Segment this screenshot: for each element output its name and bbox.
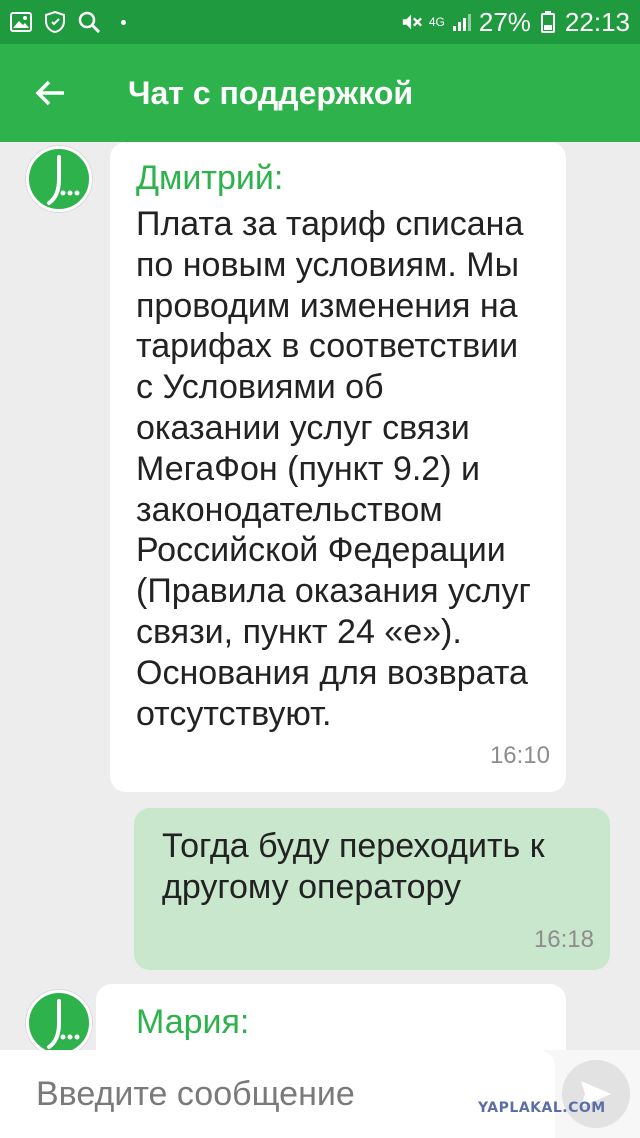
message-time: 16:18 [533,926,594,953]
message-input-container[interactable] [0,1050,555,1138]
message-bubble-incoming[interactable]: Мария: [96,984,566,1050]
sender-name: Дмитрий: [136,159,284,197]
megafon-logo-avatar [26,146,92,212]
sender-name: Мария: [136,1003,250,1041]
page-title: Чат с поддержкой [128,74,414,111]
battery-icon [537,11,559,33]
message-time: 16:10 [489,742,550,769]
watermark-text: YAPLAKAL.COM [478,1100,606,1116]
message-text: Плата за тариф списана по новым условиям… [136,205,531,733]
signal-icon [451,11,473,33]
back-button[interactable] [0,44,100,142]
message-bubble-outgoing[interactable]: Тогда буду переходить к другому оператор… [134,808,610,970]
app-bar: Чат с поддержкой [0,44,640,142]
message-input[interactable] [34,1073,555,1115]
search-icon [78,11,100,33]
mute-icon [401,11,423,33]
dot-icon [112,11,134,33]
message-composer [0,1050,640,1138]
message-bubble-incoming[interactable]: Дмитрий: Плата за тариф списана по новым… [110,142,566,792]
battery-percent: 27% [478,6,531,37]
image-icon [10,11,32,33]
message-text: Тогда буду переходить к другому оператор… [162,827,545,906]
chat-history[interactable]: Дмитрий: Плата за тариф списана по новым… [0,142,640,1050]
megafon-logo-avatar [26,990,92,1050]
network-4g-icon: 4G [428,15,445,29]
shield-icon [44,11,66,33]
send-button[interactable] [562,1060,630,1128]
arrow-left-icon [35,80,64,106]
clock: 22:13 [564,6,630,37]
status-bar: 4G 27% 22:13 [0,0,640,44]
